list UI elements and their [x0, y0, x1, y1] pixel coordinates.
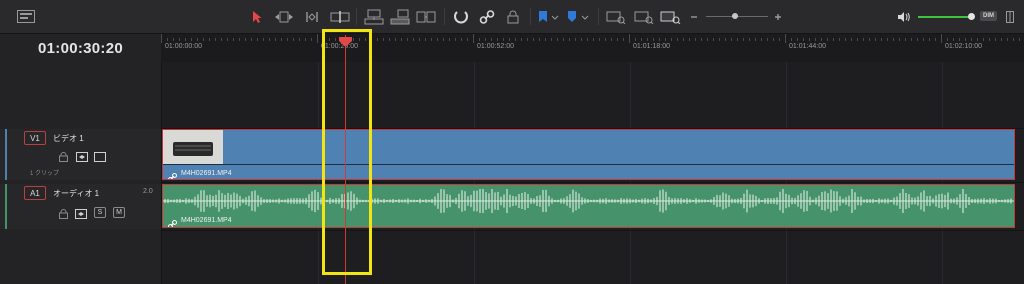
audio-waveform: [163, 189, 1014, 213]
video-track-id[interactable]: V1: [24, 131, 46, 145]
video-track-color-bar: [5, 129, 7, 180]
timeline-toolbar: DIM: [0, 0, 1024, 34]
toolbar-divider: [356, 8, 357, 25]
position-lock-icon[interactable]: [504, 8, 522, 25]
audio-clip-filename: M4H02691.MP4: [181, 217, 232, 224]
overwrite-clip-icon[interactable]: [390, 8, 410, 25]
video-clip-filename: M4H02691.MP4: [181, 170, 232, 177]
selection-arrow-icon[interactable]: [250, 8, 264, 25]
video-track-header[interactable]: V1 ビデオ 1 1 クリップ: [0, 129, 161, 180]
track-divider: [162, 230, 1024, 231]
ruler-tick-label: 01:01:44:00: [789, 43, 826, 50]
link-icon: [168, 169, 177, 179]
clip-thumbnail: [163, 130, 223, 164]
solo-button[interactable]: S: [94, 207, 106, 218]
snapping-icon[interactable]: [452, 8, 470, 25]
volume-slider-thumb[interactable]: [968, 13, 975, 20]
toolbar-divider: [530, 8, 531, 25]
audio-track-header[interactable]: A1 オーディオ 1 2.0 S M: [0, 184, 161, 229]
zoom-out-icon[interactable]: [689, 8, 699, 25]
volume-slider[interactable]: [918, 16, 972, 18]
replace-clip-icon[interactable]: [416, 8, 436, 25]
thumbnail-detail: [175, 145, 211, 147]
trim-icon[interactable]: [274, 8, 294, 25]
dim-button[interactable]: DIM: [980, 11, 997, 21]
blade-icon[interactable]: [330, 8, 350, 25]
audio-track-id[interactable]: A1: [24, 186, 46, 200]
auto-track-select-icon[interactable]: [75, 208, 87, 219]
mute-button[interactable]: M: [113, 207, 125, 218]
dynamic-trim-icon[interactable]: [302, 8, 322, 25]
auto-track-select-icon[interactable]: [76, 151, 88, 162]
toolbar-divider: [444, 8, 445, 25]
audio-clip[interactable]: M4H02691.MP4: [162, 184, 1015, 228]
track-divider: [162, 182, 1024, 183]
ruler-ticks: [161, 34, 1020, 43]
track-visibility-icon[interactable]: [94, 151, 106, 162]
clip-label-divider: [163, 164, 1014, 165]
flag-icon[interactable]: [537, 8, 561, 25]
zoom-in-icon[interactable]: [773, 8, 783, 25]
audio-channel-format: 2.0: [143, 188, 153, 195]
track-lock-icon[interactable]: [58, 208, 68, 219]
zoom-full-icon[interactable]: [606, 8, 626, 25]
timecode-panel: 01:00:30:20: [0, 34, 161, 63]
insert-clip-icon[interactable]: [364, 8, 384, 25]
speaker-icon[interactable]: [897, 8, 911, 25]
zoom-custom-icon[interactable]: [660, 8, 682, 25]
ruler-tick-label: 01:00:52:00: [477, 43, 514, 50]
timeline-ruler[interactable]: 01:00:00:00 01:00:26:00 01:00:52:00 01:0…: [161, 34, 1024, 63]
annotation-highlight-box: [322, 29, 372, 275]
link-icon: [168, 216, 177, 227]
video-clip[interactable]: M4H02691.MP4: [162, 129, 1015, 180]
linked-selection-icon[interactable]: [478, 8, 496, 25]
zoom-slider-thumb[interactable]: [732, 13, 738, 19]
timeline-view-icon[interactable]: [16, 8, 36, 25]
window-toggle-icon[interactable]: [1004, 8, 1016, 25]
track-lock-icon[interactable]: [58, 151, 68, 162]
thumbnail-detail: [175, 149, 211, 151]
ruler-tick-label: 01:02:10:00: [945, 43, 982, 50]
current-timecode[interactable]: 01:00:30:20: [0, 34, 161, 62]
toolbar-divider: [598, 8, 599, 25]
marker-icon[interactable]: [566, 8, 592, 25]
audio-track-color-bar: [5, 184, 7, 229]
ruler-tick-label: 01:00:00:00: [165, 43, 202, 50]
video-track-name[interactable]: ビデオ 1: [53, 133, 84, 144]
zoom-detail-icon[interactable]: [634, 8, 654, 25]
ruler-tick-label: 01:01:18:00: [633, 43, 670, 50]
audio-track-name[interactable]: オーディオ 1: [53, 188, 99, 199]
clip-count: 1 クリップ: [30, 171, 60, 177]
track-header-column: V1 ビデオ 1 1 クリップ A1 オーディオ 1 2.0 S M: [0, 62, 162, 284]
